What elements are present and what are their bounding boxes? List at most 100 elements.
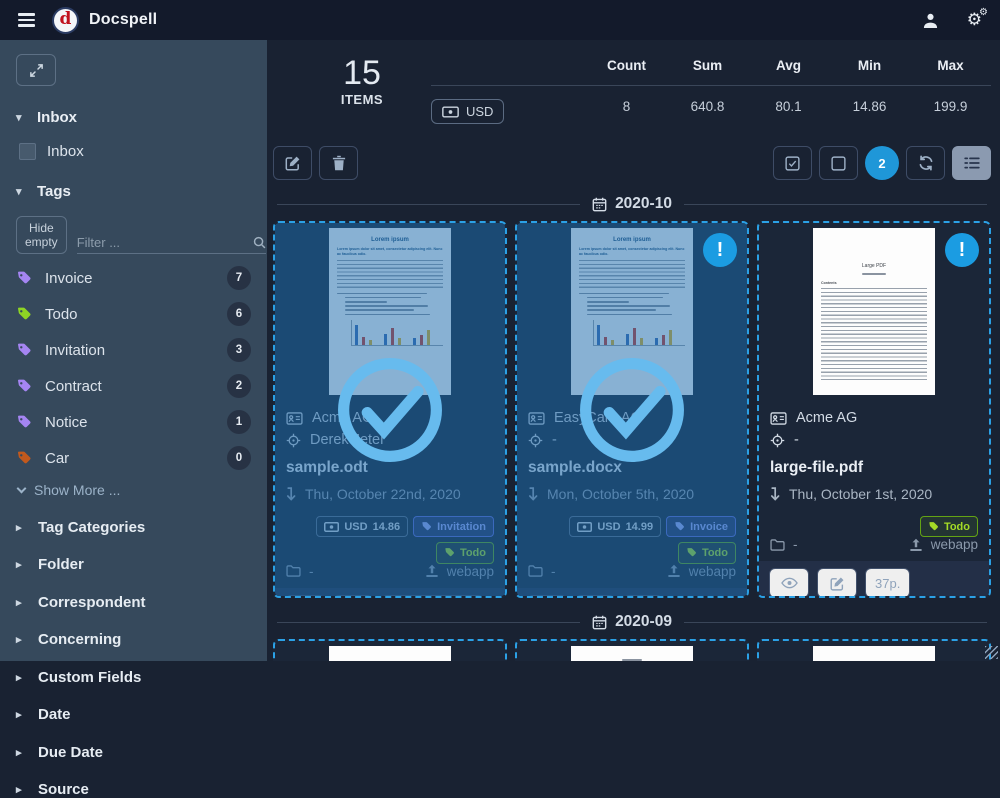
- trash-icon: [332, 155, 346, 171]
- column-header: Sum: [667, 52, 748, 86]
- page-count-label: 1/2, 4p.: [417, 596, 483, 598]
- total-items-count: 15: [307, 56, 417, 92]
- sidebar-section-tag-categories[interactable]: ▸Tag Categories: [16, 519, 251, 536]
- tag-row-contract[interactable]: Contract 2: [16, 374, 251, 398]
- date-group-header: 2020-10: [277, 195, 987, 213]
- chevron-down-icon: [17, 483, 27, 493]
- column-header: Avg: [748, 52, 829, 86]
- delete-selected-button[interactable]: [319, 146, 358, 180]
- expand-sidebar-button[interactable]: [16, 54, 56, 86]
- caret-right-icon: ▸: [16, 708, 26, 721]
- tag-count-badge: 6: [227, 302, 251, 326]
- square-icon: [831, 156, 846, 171]
- next-attachment-button[interactable]: →: [382, 596, 417, 598]
- item-title: large-file.pdf: [770, 459, 978, 477]
- tag-count-badge: 3: [227, 338, 251, 362]
- tag-badge-todo: Todo: [920, 516, 978, 537]
- refresh-button[interactable]: [906, 146, 945, 180]
- caret-down-icon: ▾: [16, 111, 26, 124]
- item-card-large-file-pdf[interactable]: Large PDF Contents Acme AG - large-file.…: [757, 221, 991, 598]
- caret-right-icon: ▸: [16, 558, 26, 571]
- item-card[interactable]: Keywords in PDF: [273, 639, 507, 661]
- tag-filter-input[interactable]: [77, 235, 253, 250]
- tag-count-badge: 2: [227, 374, 251, 398]
- item-card[interactable]: Lorem ipsum dolor sit amet, consectetur …: [515, 639, 749, 661]
- document-preview: Lorem ipsum Lorem ipsum dolor sit amet, …: [759, 641, 989, 661]
- tag-icon: [16, 450, 32, 466]
- sync-icon: [918, 155, 934, 171]
- sidebar-section-date[interactable]: ▸Date: [16, 706, 251, 723]
- column-header: Min: [829, 52, 910, 86]
- tag-row-invoice[interactable]: Invoice 7: [16, 266, 251, 290]
- correspondent-row: Acme AG: [770, 410, 978, 426]
- search-sidebar: ▾ Inbox Inbox ▾ Tags Hide empty Invoice …: [0, 40, 267, 661]
- show-more-tags[interactable]: Show More ...: [18, 482, 251, 498]
- deselect-all-button[interactable]: [819, 146, 858, 180]
- list-icon: [964, 156, 980, 170]
- column-header: Count: [586, 52, 667, 86]
- upload-icon: [909, 538, 923, 552]
- list-view-button[interactable]: [952, 146, 991, 180]
- tag-count-badge: 0: [227, 446, 251, 470]
- tag-row-invitation[interactable]: Invitation 3: [16, 338, 251, 362]
- hamburger-menu-icon[interactable]: [0, 0, 52, 40]
- eye-icon: [781, 577, 798, 589]
- stat-value: 640.8: [667, 86, 748, 137]
- sidebar-section-tags[interactable]: ▾ Tags: [16, 183, 251, 200]
- item-list-main: 15 ITEMS Count Sum Avg Min Max USD 8 640…: [267, 40, 1000, 661]
- edit-selected-button[interactable]: [273, 146, 312, 180]
- check-square-icon: [785, 156, 800, 171]
- tag-row-notice[interactable]: Notice 1: [16, 410, 251, 434]
- card-footer: 37p.: [759, 561, 989, 598]
- settings-gears-icon[interactable]: ⚙⚙: [967, 10, 982, 30]
- selected-overlay: [517, 223, 747, 596]
- caret-right-icon: ▸: [16, 521, 26, 534]
- search-icon: [253, 236, 266, 249]
- item-badges: Todo: [770, 516, 978, 537]
- source-row: webapp: [909, 537, 978, 552]
- tag-icon: [928, 521, 939, 532]
- check-circle-icon: [576, 354, 688, 466]
- document-preview: Lorem ipsum dolor sit amet, consectetur …: [517, 641, 747, 661]
- stat-value: 199.9: [910, 86, 991, 137]
- docspell-logo[interactable]: d: [52, 7, 79, 34]
- tag-row-car[interactable]: Car 0: [16, 446, 251, 470]
- inbox-filter-item[interactable]: Inbox: [19, 143, 251, 160]
- alert-exclamation-badge: !: [703, 233, 737, 267]
- selected-count-badge[interactable]: 2: [865, 146, 899, 180]
- user-icon[interactable]: [922, 12, 939, 29]
- date-group-header: 2020-09: [277, 613, 987, 631]
- sidebar-section-inbox[interactable]: ▾ Inbox: [16, 109, 251, 126]
- check-circle-icon: [334, 354, 446, 466]
- tag-count-badge: 1: [227, 410, 251, 434]
- edit-item-button[interactable]: [817, 568, 857, 598]
- id-card-icon: [770, 412, 787, 425]
- folder-icon: [770, 539, 785, 551]
- tag-filter: [77, 235, 266, 254]
- sidebar-section-correspondent[interactable]: ▸Correspondent: [16, 594, 251, 611]
- item-card-sample-docx[interactable]: Lorem ipsum Lorem ipsum dolor sit amet, …: [515, 221, 749, 598]
- preview-item-button[interactable]: [769, 568, 809, 598]
- items-label: ITEMS: [307, 92, 417, 107]
- hide-empty-button[interactable]: Hide empty: [16, 216, 67, 254]
- tag-icon: [16, 342, 32, 358]
- calendar-icon: [592, 197, 607, 212]
- money-icon: [442, 106, 459, 118]
- currency-stats-table: Count Sum Avg Min Max USD 8 640.8 80.1 1…: [431, 52, 991, 137]
- sidebar-section-due-date[interactable]: ▸Due Date: [16, 744, 251, 761]
- edit-icon: [285, 155, 301, 171]
- item-card-sample-odt[interactable]: Lorem ipsum Lorem ipsum dolor sit amet, …: [273, 221, 507, 598]
- resize-grip[interactable]: [985, 646, 998, 659]
- sidebar-section-concerning[interactable]: ▸Concerning: [16, 631, 251, 648]
- select-all-button[interactable]: [773, 146, 812, 180]
- sidebar-section-folder[interactable]: ▸Folder: [16, 556, 251, 573]
- tag-count-badge: 7: [227, 266, 251, 290]
- currency-badge: USD: [431, 99, 504, 124]
- inbox-checkbox[interactable]: [19, 143, 36, 160]
- edit-icon: [830, 576, 845, 591]
- sidebar-section-source[interactable]: ▸Source: [16, 781, 251, 798]
- sidebar-section-custom-fields[interactable]: ▸Custom Fields: [16, 669, 251, 686]
- stat-value: 8: [586, 86, 667, 137]
- item-card[interactable]: Lorem ipsum Lorem ipsum dolor sit amet, …: [757, 639, 991, 661]
- tag-row-todo[interactable]: Todo 6: [16, 302, 251, 326]
